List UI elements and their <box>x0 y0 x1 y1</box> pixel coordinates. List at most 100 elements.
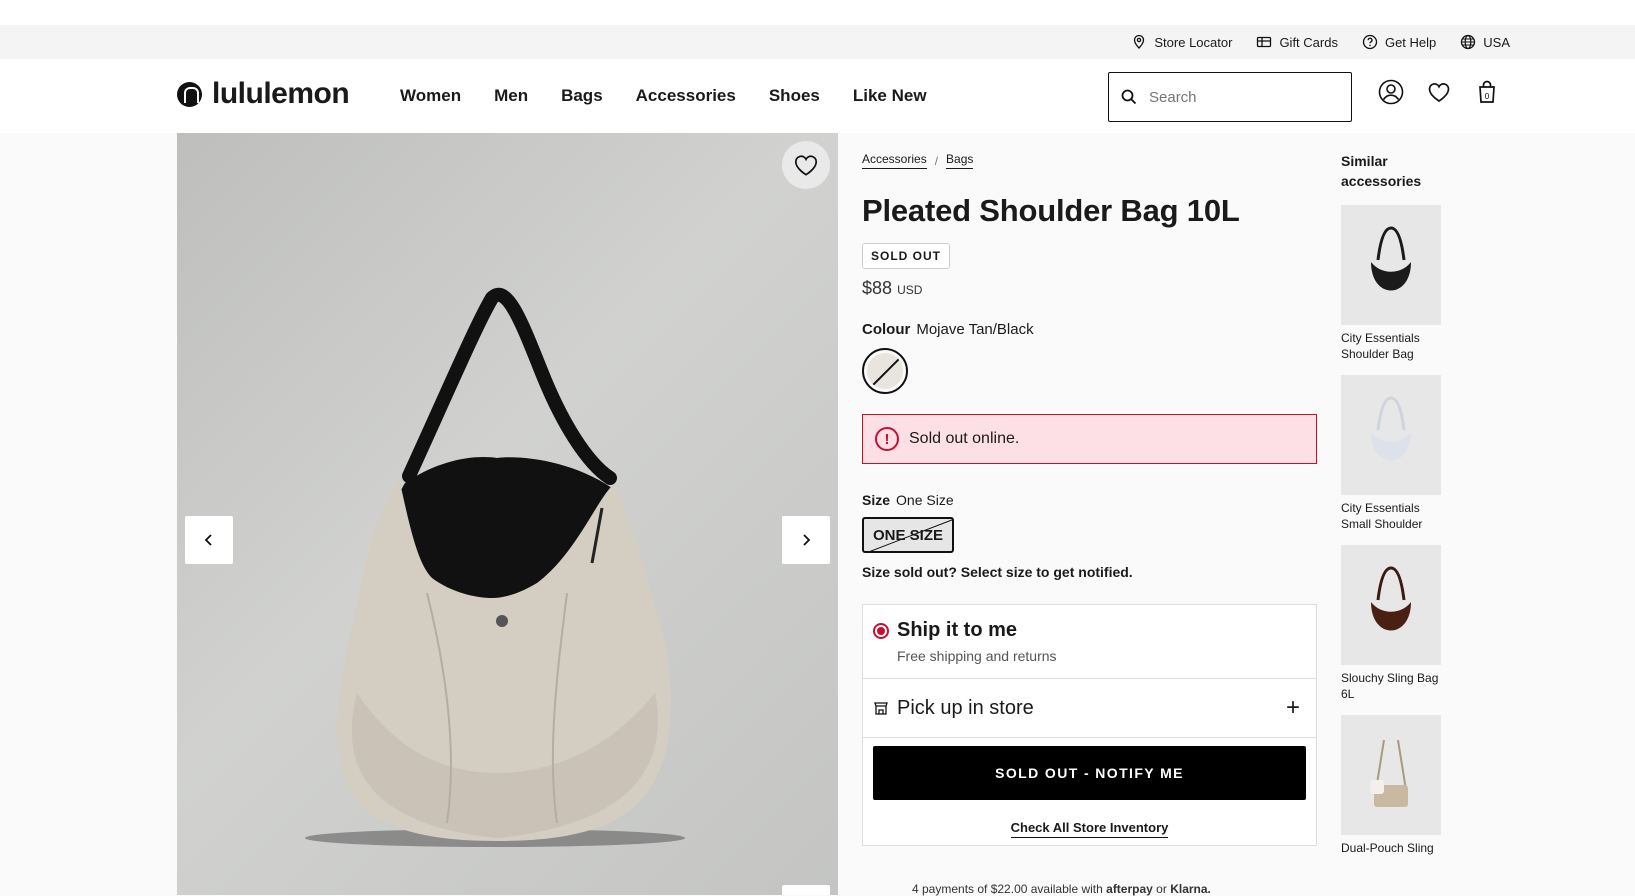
gift-cards-link[interactable]: Gift Cards <box>1256 34 1338 50</box>
size-value: One Size <box>896 492 954 508</box>
bag-thumbnail-image <box>1371 226 1411 291</box>
next-image-button[interactable] <box>782 516 830 564</box>
klarna-brand[interactable]: Klarna. <box>1170 882 1211 896</box>
or-text: or <box>1156 882 1167 896</box>
similar-thumbnail[interactable] <box>1341 545 1441 665</box>
check-inventory-link[interactable]: Check All Store Inventory <box>1010 820 1169 838</box>
logo-text: lululemon <box>212 77 350 110</box>
size-one-size-button[interactable]: ONE SIZE <box>862 517 954 553</box>
similar-item[interactable]: City Essentials Shoulder Bag <box>1341 205 1461 362</box>
gallery-zoom-button[interactable] <box>782 885 830 895</box>
afterpay-text: 4 payments of $22.00 available with <box>912 882 1103 896</box>
payment-options-text: 4 payments of $22.00 available with afte… <box>912 882 1211 896</box>
pickup-option[interactable]: Pick up in store + <box>863 679 1316 738</box>
region-label: USA <box>1483 34 1510 50</box>
similar-label[interactable]: City Essentials Shoulder Bag <box>1341 330 1446 362</box>
nav-men[interactable]: Men <box>494 86 528 106</box>
nav-shoes[interactable]: Shoes <box>769 86 820 106</box>
similar-item[interactable]: Dual-Pouch Sling <box>1341 715 1461 856</box>
store-icon <box>874 702 888 715</box>
sold-out-badge: SOLD OUT <box>862 243 950 269</box>
main-nav: Women Men Bags Accessories Shoes Like Ne… <box>400 86 927 106</box>
account-icon[interactable] <box>1378 79 1404 105</box>
sold-out-alert: ! Sold out online. <box>862 414 1317 464</box>
ship-it-option[interactable]: Ship it to me Free shipping and returns <box>863 605 1316 679</box>
notify-me-button[interactable]: SOLD OUT - NOTIFY ME <box>873 746 1306 800</box>
product-image-bag <box>305 288 685 847</box>
nav-like-new[interactable]: Like New <box>853 86 927 106</box>
product-title: Pleated Shoulder Bag 10L <box>862 193 1240 228</box>
colour-label: Colour <box>862 321 911 338</box>
similar-label[interactable]: Slouchy Sling Bag 6L <box>1341 670 1446 702</box>
colour-value: Mojave Tan/Black <box>916 321 1034 338</box>
check-inventory-row: Check All Store Inventory <box>873 820 1306 838</box>
price-amount: $88 <box>862 278 893 298</box>
search-input[interactable] <box>1149 88 1329 106</box>
ship-title: Ship it to me <box>897 619 1017 641</box>
get-help-link[interactable]: Get Help <box>1362 34 1436 50</box>
similar-thumbnail[interactable] <box>1341 205 1441 325</box>
location-pin-icon <box>1134 34 1145 49</box>
chevron-left-icon <box>204 534 212 546</box>
nav-women[interactable]: Women <box>400 86 461 106</box>
similar-label[interactable]: Dual-Pouch Sling <box>1341 840 1446 856</box>
ship-radio-selected[interactable] <box>873 622 889 639</box>
similar-label[interactable]: City Essentials Small Shoulder <box>1341 500 1446 532</box>
similar-thumbnail[interactable] <box>1341 375 1441 495</box>
search-icon <box>1121 89 1137 105</box>
store-locator-label: Store Locator <box>1154 34 1233 50</box>
bag-thumbnail-image <box>1371 566 1411 631</box>
get-help-label: Get Help <box>1384 34 1437 50</box>
breadcrumb-bags[interactable]: Bags <box>946 152 974 169</box>
afterpay-brand[interactable]: afterpay <box>1106 882 1153 896</box>
colour-row: Colour Mojave Tan/Black <box>862 321 1317 338</box>
breadcrumb: Accessories / Bags <box>862 152 1317 169</box>
size-notify-text: Size sold out? Select size to get notifi… <box>862 564 1133 580</box>
fulfillment-options: Ship it to me Free shipping and returns … <box>862 604 1317 846</box>
expand-plus-icon[interactable]: + <box>1286 694 1300 722</box>
top-strip <box>0 0 1635 25</box>
main-header: lululemon Women Men Bags Accessories Sho… <box>0 59 1635 133</box>
chevron-right-icon <box>803 534 811 546</box>
swatch-fill <box>867 353 903 389</box>
product-details: Accessories / Bags Pleated Shoulder Bag … <box>862 133 1317 846</box>
gift-cards-label: Gift Cards <box>1279 34 1338 50</box>
logo[interactable]: lululemon <box>177 77 350 111</box>
store-locator-link[interactable]: Store Locator <box>1131 34 1232 50</box>
cta-wrapper: SOLD OUT - NOTIFY ME Check All Store Inv… <box>863 738 1316 845</box>
heart-icon <box>794 155 818 176</box>
size-row: Size One Size <box>862 492 1317 508</box>
globe-icon <box>1461 34 1476 50</box>
previous-image-button[interactable] <box>185 516 233 564</box>
bag-thumbnail-image <box>1370 739 1408 807</box>
wishlist-heart-icon[interactable] <box>1426 79 1452 105</box>
favorite-button[interactable] <box>782 141 830 189</box>
similar-accessories: Similar accessories City Essentials Shou… <box>1341 151 1461 856</box>
exclamation-icon: ! <box>875 427 899 451</box>
similar-item[interactable]: City Essentials Small Shoulder <box>1341 375 1461 532</box>
utility-bar: Store Locator Gift Cards Get Help USA <box>0 25 1635 59</box>
product-image-gallery[interactable] <box>177 133 838 895</box>
logo-mark-icon <box>177 81 202 107</box>
pickup-title: Pick up in store <box>897 696 1034 719</box>
breadcrumb-separator: / <box>934 153 939 168</box>
cart-count: 0 <box>1485 92 1490 101</box>
similar-item[interactable]: Slouchy Sling Bag 6L <box>1341 545 1461 702</box>
ship-subtitle: Free shipping and returns <box>897 648 1057 664</box>
help-icon <box>1362 34 1378 50</box>
colour-swatch[interactable] <box>862 348 908 394</box>
bag-thumbnail-image <box>1371 396 1411 461</box>
similar-thumbnail[interactable] <box>1341 715 1441 835</box>
breadcrumb-accessories[interactable]: Accessories <box>862 152 927 169</box>
cart-bag-icon[interactable]: 0 <box>1474 79 1500 105</box>
similar-title: Similar accessories <box>1341 153 1422 189</box>
search-box[interactable] <box>1108 72 1352 122</box>
product-price: $88 USD <box>862 278 1317 299</box>
alert-text: Sold out online. <box>909 430 1020 447</box>
nav-bags[interactable]: Bags <box>561 86 603 106</box>
nav-accessories[interactable]: Accessories <box>636 86 736 106</box>
price-currency: USD <box>897 283 923 297</box>
gift-card-icon <box>1257 36 1272 48</box>
region-selector[interactable]: USA <box>1460 34 1510 50</box>
size-label: Size <box>862 492 891 508</box>
